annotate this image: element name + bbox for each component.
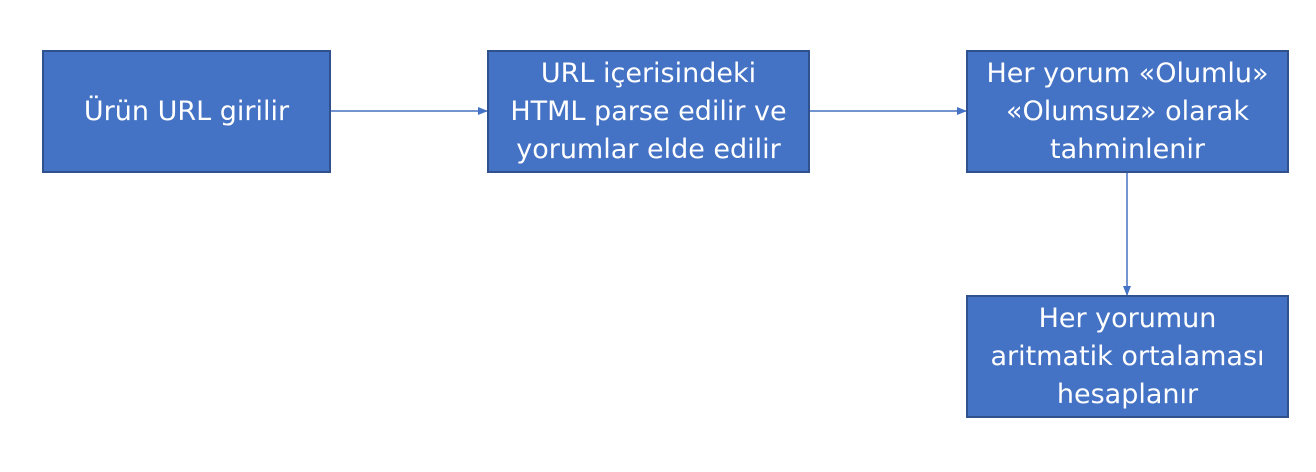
node-label: Her yorumun aritmatik ortalaması hesapla… bbox=[990, 302, 1265, 410]
flow-diagram: Ürün URL girilir URL içerisindeki HTML p… bbox=[0, 0, 1316, 472]
node-url-input: Ürün URL girilir bbox=[42, 50, 331, 173]
node-label: Her yorum «Olumlu» «Olumsuz» olarak tahm… bbox=[986, 57, 1269, 165]
node-html-parse: URL içerisindeki HTML parse edilir ve yo… bbox=[487, 50, 810, 173]
node-average-compute: Her yorumun aritmatik ortalaması hesapla… bbox=[966, 295, 1289, 418]
node-label: Ürün URL girilir bbox=[83, 95, 290, 127]
node-label: URL içerisindeki HTML parse edilir ve yo… bbox=[510, 57, 787, 165]
node-sentiment-predict: Her yorum «Olumlu» «Olumsuz» olarak tahm… bbox=[966, 50, 1289, 173]
